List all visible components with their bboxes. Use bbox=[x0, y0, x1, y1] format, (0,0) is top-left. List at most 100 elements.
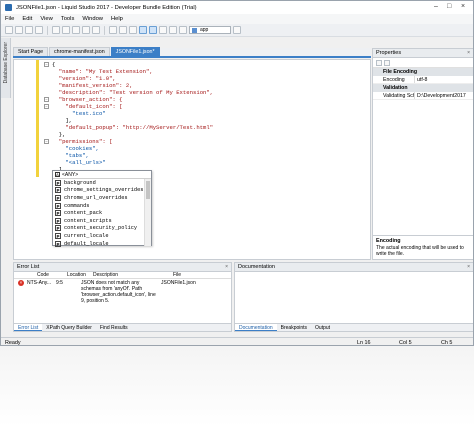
menu-edit[interactable]: Edit bbox=[18, 16, 36, 22]
app-logo-icon bbox=[5, 4, 12, 11]
debug-icon[interactable] bbox=[179, 26, 187, 34]
tab-error-list[interactable]: Error List bbox=[14, 324, 43, 331]
autocomplete-item-label: commands bbox=[64, 202, 90, 209]
code-line: "cookies", bbox=[52, 145, 99, 152]
property-description: Encoding The actual encoding that will b… bbox=[373, 235, 473, 260]
find-icon[interactable] bbox=[109, 26, 117, 34]
property-value[interactable]: utf-8 bbox=[414, 76, 473, 83]
any-type-icon: A bbox=[55, 172, 60, 177]
property-row[interactable]: Validating SchemD:\Development2017 bbox=[373, 92, 473, 100]
code-line: "version": "1.0", bbox=[52, 75, 116, 82]
column-header[interactable]: File bbox=[170, 272, 181, 278]
save-all-icon[interactable] bbox=[35, 26, 43, 34]
config-icon bbox=[192, 28, 197, 33]
database-explorer-tab[interactable]: Database Explorer bbox=[1, 38, 11, 98]
autocomplete-popup[interactable]: A <ANY> Pbackground Pchrome_settings_over… bbox=[52, 170, 152, 248]
autocomplete-item-label: default_locale bbox=[64, 240, 109, 247]
properties-header: Properties × bbox=[373, 49, 473, 58]
status-char: Ch 5 bbox=[441, 340, 453, 346]
property-row[interactable]: Encoding utf-8 bbox=[373, 76, 473, 84]
autocomplete-item[interactable]: Pcommands bbox=[53, 202, 151, 210]
view-toggle-icon[interactable] bbox=[149, 26, 157, 34]
error-list-panel: Error List × Code Location Description Fi… bbox=[13, 262, 232, 332]
property-icon: P bbox=[55, 179, 61, 186]
fold-toggle-icon[interactable]: − bbox=[44, 139, 49, 144]
cut-icon[interactable] bbox=[52, 26, 60, 34]
copy-icon[interactable] bbox=[62, 26, 70, 34]
panel-close-icon[interactable]: × bbox=[225, 263, 228, 272]
properties-panel: Properties × File Encoding Encoding utf-8 … bbox=[372, 48, 473, 260]
fold-toggle-icon[interactable]: − bbox=[44, 62, 49, 67]
run-icon[interactable] bbox=[169, 26, 177, 34]
schema-icon[interactable] bbox=[159, 26, 167, 34]
new-file-icon[interactable] bbox=[5, 26, 13, 34]
autocomplete-item[interactable]: Pchrome_url_overrides bbox=[53, 194, 151, 202]
column-header[interactable]: Location bbox=[64, 272, 90, 278]
categorized-icon[interactable] bbox=[376, 59, 382, 66]
open-folder-icon[interactable] bbox=[15, 26, 23, 34]
save-icon[interactable] bbox=[25, 26, 33, 34]
minimize-icon[interactable]: – bbox=[434, 3, 438, 10]
tab-jsonfile1[interactable]: JSONFile1.json* bbox=[110, 47, 160, 56]
autocomplete-item-label: background bbox=[64, 179, 96, 186]
wrap-toggle-icon[interactable] bbox=[139, 26, 147, 34]
tab-output[interactable]: Output bbox=[311, 324, 334, 331]
column-header[interactable]: Description bbox=[90, 272, 170, 278]
autocomplete-item[interactable]: Pcontent_pack bbox=[53, 209, 151, 217]
column-header[interactable]: Code bbox=[34, 272, 64, 278]
property-icon: P bbox=[55, 225, 61, 232]
undo-icon[interactable] bbox=[82, 26, 90, 34]
error-icon: × bbox=[18, 280, 24, 286]
fold-toggle-icon[interactable]: − bbox=[44, 104, 49, 109]
menu-window[interactable]: Window bbox=[78, 16, 107, 22]
toolbar-separator bbox=[104, 25, 105, 35]
autocomplete-item[interactable]: Pdefault_locale bbox=[53, 240, 151, 248]
property-icon: P bbox=[55, 217, 61, 224]
settings-icon[interactable] bbox=[233, 26, 241, 34]
validate-icon[interactable] bbox=[119, 26, 127, 34]
fold-toggle-icon[interactable]: − bbox=[44, 97, 49, 102]
error-file: JSONFile1.json bbox=[161, 280, 196, 286]
tab-find-results[interactable]: Find Results bbox=[96, 324, 132, 331]
autocomplete-item-label: chrome_url_overrides bbox=[64, 194, 128, 201]
format-icon[interactable] bbox=[129, 26, 137, 34]
autocomplete-item[interactable]: Pbackground bbox=[53, 179, 151, 187]
tab-xpath-query-builder[interactable]: XPath Query Builder bbox=[42, 324, 96, 331]
autocomplete-item[interactable]: Pcontent_scripts bbox=[53, 217, 151, 225]
property-category[interactable]: File Encoding bbox=[373, 68, 473, 76]
code-line: "default_popup": "http://MyServer/Test.h… bbox=[52, 124, 214, 131]
redo-icon[interactable] bbox=[92, 26, 100, 34]
panel-close-icon[interactable]: × bbox=[467, 49, 470, 58]
autocomplete-header-label: <ANY> bbox=[62, 171, 79, 178]
autocomplete-item[interactable]: Pchrome_settings_overrides bbox=[53, 187, 151, 195]
close-icon[interactable]: × bbox=[461, 3, 465, 10]
property-value[interactable]: D:\Development2017 bbox=[414, 92, 473, 99]
tab-chrome-manifest[interactable]: chrome-manifest.json bbox=[49, 47, 110, 56]
property-icon: P bbox=[55, 194, 61, 201]
property-icon: P bbox=[55, 187, 61, 194]
property-category[interactable]: Validation bbox=[373, 84, 473, 92]
menu-help[interactable]: Help bbox=[107, 16, 127, 22]
alphabetical-icon[interactable] bbox=[384, 59, 390, 66]
autocomplete-item-label: content_security_policy bbox=[64, 225, 138, 232]
menu-bar: File Edit View Tools Window Help bbox=[1, 14, 473, 24]
maximize-icon[interactable]: □ bbox=[447, 3, 451, 10]
error-list-header: Error List × bbox=[14, 263, 231, 272]
configuration-combo[interactable]: app bbox=[189, 26, 231, 34]
window-reflection bbox=[0, 346, 474, 427]
autocomplete-scrollbar[interactable] bbox=[144, 179, 151, 246]
autocomplete-item[interactable]: Pcontent_security_policy bbox=[53, 225, 151, 233]
menu-view[interactable]: View bbox=[36, 16, 56, 22]
scrollbar-thumb[interactable] bbox=[146, 181, 150, 199]
tab-start-page[interactable]: Start Page bbox=[13, 47, 49, 56]
autocomplete-item[interactable]: Pcurrent_locale bbox=[53, 232, 151, 240]
tab-breakpoints[interactable]: Breakpoints bbox=[277, 324, 311, 331]
status-text: Ready bbox=[5, 340, 21, 346]
code-editor[interactable]: − − − − { "name": "My Test Extension", "… bbox=[13, 59, 371, 260]
panel-close-icon[interactable]: × bbox=[467, 263, 470, 272]
menu-tools[interactable]: Tools bbox=[57, 16, 79, 22]
menu-file[interactable]: File bbox=[1, 16, 18, 22]
tab-documentation[interactable]: Documentation bbox=[235, 324, 277, 331]
combo-value: app bbox=[200, 27, 209, 33]
paste-icon[interactable] bbox=[72, 26, 80, 34]
